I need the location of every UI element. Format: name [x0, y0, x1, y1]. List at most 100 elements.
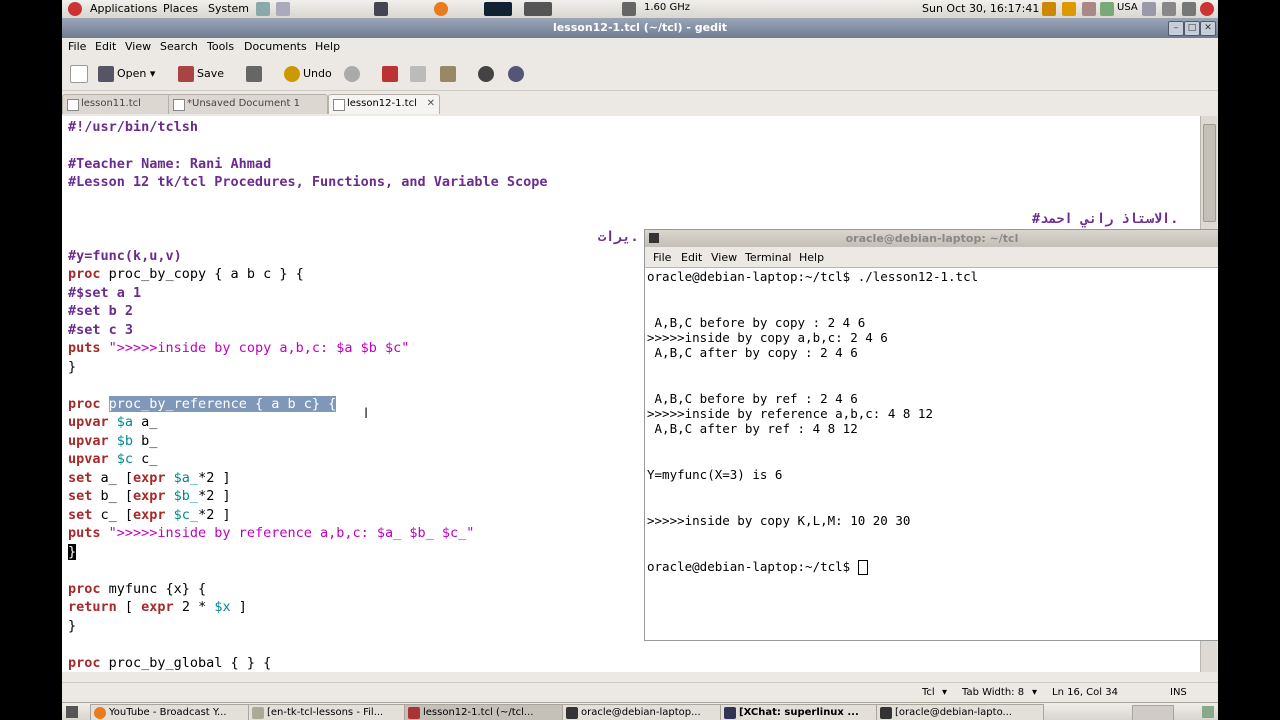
save-label: Save [197, 67, 225, 80]
taskbar-item-gedit[interactable]: lesson12-1.tcl (~/tcl... [404, 704, 572, 720]
power-icon[interactable] [1200, 2, 1214, 16]
taskbar-item-terminal[interactable]: oracle@debian-laptop... [562, 704, 730, 720]
open-button[interactable]: Open ▾ [98, 64, 155, 84]
cut-button[interactable] [382, 64, 401, 84]
menu-tools[interactable]: Tools [207, 40, 234, 53]
tray-icon[interactable] [1142, 2, 1156, 16]
menu-documents[interactable]: Documents [244, 40, 307, 53]
tray-icon[interactable] [1042, 2, 1056, 16]
save-icon [178, 66, 194, 82]
show-desktop-icon[interactable] [66, 706, 78, 718]
statusbar: Tcl ▾ Tab Width: 8 ▾ Ln 16, Col 34 INS [62, 682, 1218, 703]
window-title: lesson12-1.tcl (~/tcl) - gedit [552, 21, 728, 34]
system-menu[interactable]: System [208, 2, 249, 15]
menu-file[interactable]: File [68, 40, 86, 53]
document-icon [67, 99, 79, 111]
paste-button[interactable] [440, 64, 459, 84]
launcher-icon[interactable] [276, 2, 290, 16]
ibeam-cursor-icon: I [364, 406, 369, 422]
menu-terminal[interactable]: Terminal [745, 251, 792, 264]
undo-button[interactable]: Undo [284, 64, 332, 84]
taskbar-item-youtube[interactable]: YouTube - Broadcast Y... [90, 704, 260, 720]
toolbar: Open ▾ Save Undo [62, 58, 1218, 91]
keyword: puts [68, 525, 101, 541]
redo-button[interactable] [344, 64, 363, 84]
language-selector[interactable]: Tcl [922, 687, 935, 698]
tab-unsaved-document[interactable]: *Unsaved Document 1 [168, 94, 328, 114]
terminal-output[interactable]: oracle@debian-laptop:~/tcl$ ./lesson12-1… [645, 267, 1218, 640]
code-line: #y=func(k,u,v) [68, 248, 182, 264]
find-button[interactable] [478, 64, 497, 84]
minimize-button[interactable]: – [1168, 21, 1184, 36]
terminal-line: oracle@debian-laptop:~/tcl$ ./lesson12-1… [647, 269, 979, 284]
code-text: *2 ] [198, 507, 231, 523]
launcher-icon[interactable] [256, 2, 270, 16]
menu-file[interactable]: File [653, 251, 671, 264]
document-icon [173, 99, 185, 111]
taskbar-item-file-browser[interactable]: [en-tk-tcl-lessons - Fil... [248, 704, 416, 720]
keyboard-layout[interactable]: USA [1117, 2, 1138, 13]
code-text: proc_by_copy { a b c } { [100, 266, 304, 282]
menu-help[interactable]: Help [315, 40, 340, 53]
monitor-icon[interactable] [374, 2, 388, 16]
keyword: set [68, 470, 93, 486]
firefox-icon [94, 707, 106, 719]
keyword: set [68, 507, 93, 523]
terminal-line: A,B,C before by copy : 2 4 6 [647, 315, 866, 330]
workspace-switcher[interactable] [1132, 705, 1174, 720]
print-button[interactable] [246, 64, 265, 84]
top-panel: Applications Places System 1.60 GHz Sun … [62, 0, 1218, 19]
taskbar-item-xchat[interactable]: [XChat: superlinux ... [720, 704, 888, 720]
keyword: expr [133, 470, 166, 486]
places-menu[interactable]: Places [163, 2, 198, 15]
menu-edit[interactable]: Edit [681, 251, 702, 264]
code-text: myfunc {x} { [100, 581, 207, 597]
tray-icon[interactable] [1082, 2, 1096, 16]
close-tab-icon[interactable]: ✕ [427, 95, 435, 113]
tray-icon[interactable] [1100, 2, 1114, 16]
firefox-icon[interactable] [434, 2, 448, 16]
save-button[interactable]: Save [178, 64, 224, 84]
variable: $a [108, 414, 134, 430]
applications-menu[interactable]: Applications [90, 2, 157, 15]
tab-lesson12-1[interactable]: lesson12-1.tcl ✕ [328, 94, 440, 114]
terminal-menubar: File Edit View Terminal Help [645, 249, 1218, 267]
gnome-foot-icon[interactable] [68, 2, 82, 16]
network-icon [524, 2, 552, 16]
xchat-icon [724, 707, 736, 719]
menu-search[interactable]: Search [160, 40, 198, 53]
replace-icon [508, 66, 524, 82]
keyword: proc [68, 266, 101, 282]
tab-width-selector[interactable]: Tab Width: 8 [962, 687, 1024, 698]
terminal-titlebar[interactable]: oracle@debian-laptop: ~/tcl [645, 230, 1218, 247]
close-button[interactable]: ✕ [1200, 21, 1216, 36]
copy-button[interactable] [410, 64, 429, 84]
clock[interactable]: Sun Oct 30, 16:17:41 [922, 2, 1039, 15]
tray-icon[interactable] [1182, 2, 1196, 16]
tray-icon[interactable] [1162, 2, 1176, 16]
new-button[interactable] [70, 64, 91, 84]
undo-icon [284, 66, 300, 82]
gedit-titlebar[interactable]: lesson12-1.tcl (~/tcl) - gedit – □ ✕ [62, 18, 1218, 38]
code-line: #Lesson 12 tk/tcl Procedures, Functions,… [68, 174, 548, 190]
terminal-prompt: oracle@debian-laptop:~/tcl$ [647, 559, 858, 574]
scrollbar-thumb[interactable] [1203, 124, 1216, 222]
tray-icon[interactable] [1062, 2, 1076, 16]
folder-icon [252, 707, 264, 719]
tab-label: lesson12-1.tcl [347, 98, 417, 109]
code-text: b_ [133, 433, 158, 449]
tab-lesson11[interactable]: lesson11.tcl [62, 94, 172, 114]
terminal-line: >>>>>inside by copy K,L,M: 10 20 30 [647, 513, 911, 528]
menu-edit[interactable]: Edit [95, 40, 116, 53]
keyword: proc [68, 581, 101, 597]
taskbar-item-terminal-2[interactable]: [oracle@debian-lapto... [876, 704, 1044, 720]
menu-view[interactable]: View [711, 251, 737, 264]
menu-help[interactable]: Help [799, 251, 824, 264]
code-text: } [68, 618, 77, 634]
maximize-button[interactable]: □ [1184, 21, 1200, 36]
taskbar-label: oracle@debian-laptop... [581, 707, 701, 718]
menu-view[interactable]: View [125, 40, 151, 53]
code-text: b_ [ [92, 488, 134, 504]
trash-icon[interactable] [1202, 706, 1214, 718]
replace-button[interactable] [508, 64, 527, 84]
